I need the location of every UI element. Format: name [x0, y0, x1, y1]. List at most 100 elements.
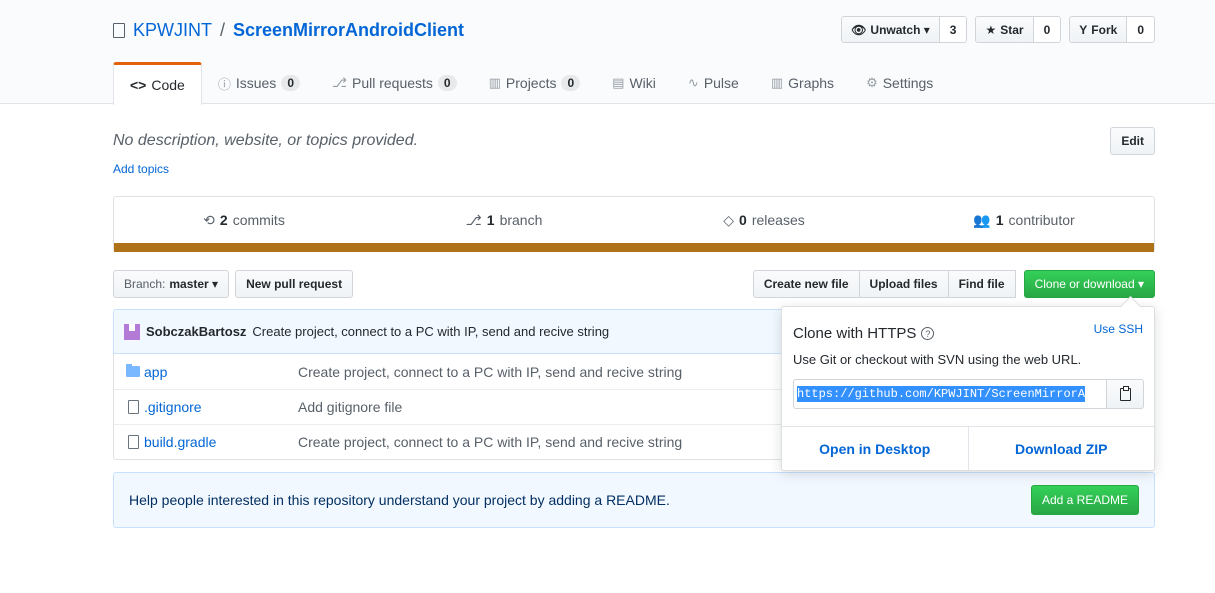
- forks-count[interactable]: 0: [1127, 17, 1154, 42]
- tab-label: Code: [151, 77, 185, 93]
- clone-url-input[interactable]: https://github.com/KPWJINT/ScreenMirrorA: [793, 379, 1107, 409]
- file-commit-message[interactable]: Create project, connect to a PC with IP,…: [298, 364, 682, 380]
- issue-icon: ⓘ: [217, 76, 231, 92]
- file-name-link[interactable]: app: [144, 364, 298, 380]
- commits-link[interactable]: ⟲ 2 commits: [114, 212, 374, 229]
- file-commit-message[interactable]: Add gitignore file: [298, 399, 402, 415]
- tab-label: Settings: [882, 75, 934, 91]
- pagehead-actions: 👁 Unwatch ▾ 3 ★ Star 0 Y Fork 0: [841, 16, 1155, 43]
- repo-icon: [113, 23, 125, 38]
- commits-count: 2: [219, 212, 228, 228]
- tab-label: Projects: [505, 75, 557, 91]
- tab-projects[interactable]: ▥ Projects 0: [473, 62, 597, 104]
- tab-code[interactable]: <> Code: [113, 62, 202, 105]
- file-navigation: Branch: master ▾ New pull request: [113, 270, 354, 298]
- commit-author[interactable]: SobczakBartosz: [146, 324, 246, 339]
- star-icon: ★: [985, 22, 997, 37]
- pull-request-icon: ⎇: [332, 75, 347, 90]
- repo-title: KPWJINT / ScreenMirrorAndroidClient: [113, 20, 464, 41]
- fork-label: Fork: [1091, 22, 1118, 37]
- contributor-count: 1: [995, 212, 1004, 228]
- add-topics-link[interactable]: Add topics: [113, 162, 169, 176]
- add-readme-button[interactable]: Add a README: [1030, 485, 1139, 515]
- fork-button[interactable]: Y Fork: [1070, 17, 1128, 42]
- star-label: Star: [1000, 22, 1024, 37]
- watch-group: 👁 Unwatch ▾ 3: [841, 16, 968, 43]
- upload-files-button[interactable]: Upload files: [858, 270, 949, 298]
- repo-description: No description, website, or topics provi…: [113, 132, 419, 149]
- language-bar[interactable]: [114, 243, 1154, 252]
- create-new-file-button[interactable]: Create new file: [752, 270, 860, 298]
- copy-url-button[interactable]: [1107, 379, 1144, 409]
- clone-dropdown: Use SSH Clone with HTTPS? Use Git or che…: [781, 306, 1155, 471]
- releases-count: 0: [739, 212, 747, 228]
- open-in-desktop-button[interactable]: Open in Desktop: [782, 427, 969, 470]
- star-button[interactable]: ★ Star: [976, 17, 1034, 42]
- commit-message[interactable]: Create project, connect to a PC with IP,…: [252, 324, 609, 339]
- tab-issues[interactable]: ⓘ Issues 0: [202, 62, 316, 104]
- watchers-count[interactable]: 3: [939, 17, 967, 42]
- tab-counter: 0: [437, 75, 457, 91]
- releases-link[interactable]: ◇ 0 releases: [634, 212, 894, 229]
- clone-or-download-button[interactable]: Clone or download ▾: [1023, 270, 1155, 298]
- pulse-icon: ∿: [687, 75, 699, 90]
- book-icon: ▤: [612, 75, 625, 90]
- branch-label: branch: [499, 212, 543, 228]
- code-icon: <>: [130, 77, 147, 93]
- graph-icon: ▥: [770, 75, 784, 90]
- file-name-link[interactable]: .gitignore: [144, 399, 298, 415]
- avatar[interactable]: [124, 323, 140, 340]
- stars-count[interactable]: 0: [1033, 17, 1061, 42]
- tab-label: Pulse: [703, 75, 739, 91]
- branch-count: 1: [486, 212, 495, 228]
- tab-settings[interactable]: ⚙ Settings: [850, 62, 949, 104]
- tab-pull-requests[interactable]: ⎇ Pull requests 0: [316, 62, 473, 104]
- tab-label: Issues: [235, 75, 277, 91]
- file-icon: [127, 400, 139, 414]
- releases-label: releases: [751, 212, 805, 228]
- clone-url-group: https://github.com/KPWJINT/ScreenMirrorA: [793, 379, 1144, 409]
- help-icon[interactable]: ?: [921, 327, 935, 340]
- fork-icon: Y: [1079, 22, 1088, 37]
- branch-select-button[interactable]: Branch: master ▾: [113, 270, 230, 298]
- unwatch-label: Unwatch ▾: [870, 22, 930, 37]
- tab-wiki[interactable]: ▤ Wiki: [596, 62, 672, 104]
- tab-label: Pull requests: [351, 75, 433, 91]
- new-pull-request-button[interactable]: New pull request: [235, 270, 354, 298]
- repo-tabs: <> Code ⓘ Issues 0 ⎇ Pull requests 0 ▥ Project…: [113, 62, 949, 105]
- clone-title: Clone with HTTPS?: [793, 325, 935, 342]
- history-icon: ⟲: [203, 211, 215, 228]
- repo-owner-link[interactable]: KPWJINT: [133, 20, 212, 41]
- file-name-link[interactable]: build.gradle: [144, 434, 298, 450]
- people-icon: 👥: [973, 211, 991, 228]
- file-commit-message[interactable]: Create project, connect to a PC with IP,…: [298, 434, 682, 450]
- clone-subtitle: Use Git or checkout with SVN using the w…: [793, 352, 1082, 367]
- clone-actions: Open in Desktop Download ZIP: [782, 426, 1154, 470]
- download-zip-button[interactable]: Download ZIP: [969, 427, 1155, 470]
- tab-label: Graphs: [788, 75, 835, 91]
- find-file-button[interactable]: Find file: [947, 270, 1016, 298]
- tab-graphs[interactable]: ▥ Graphs: [755, 62, 850, 104]
- branch-name: master ▾: [169, 277, 219, 291]
- gear-icon: ⚙: [866, 75, 878, 90]
- tag-icon: ◇: [723, 211, 735, 228]
- title-separator: /: [220, 20, 226, 40]
- file-icon: [127, 435, 139, 449]
- tab-counter: 0: [281, 75, 300, 91]
- commits-label: commits: [232, 212, 285, 228]
- repo-header: KPWJINT / ScreenMirrorAndroidClient 👁 Unw…: [0, 0, 1215, 105]
- readme-prompt-text: Help people interested in this repositor…: [129, 492, 670, 508]
- tab-pulse[interactable]: ∿ Pulse: [672, 62, 755, 104]
- folder-icon: [126, 364, 140, 377]
- repo-name-link[interactable]: ScreenMirrorAndroidClient: [233, 20, 464, 41]
- contributor-label: contributor: [1008, 212, 1075, 228]
- project-icon: ▥: [488, 75, 501, 90]
- contributors-link[interactable]: 👥 1 contributor: [894, 212, 1154, 229]
- fork-group: Y Fork 0: [1069, 16, 1155, 43]
- branch-link[interactable]: ⎇ 1 branch: [374, 212, 634, 229]
- readme-prompt: Help people interested in this repositor…: [113, 472, 1155, 528]
- edit-button[interactable]: Edit: [1110, 127, 1155, 155]
- eye-icon: 👁: [851, 22, 867, 37]
- unwatch-button[interactable]: 👁 Unwatch ▾: [842, 17, 940, 42]
- use-ssh-link[interactable]: Use SSH: [1094, 322, 1143, 336]
